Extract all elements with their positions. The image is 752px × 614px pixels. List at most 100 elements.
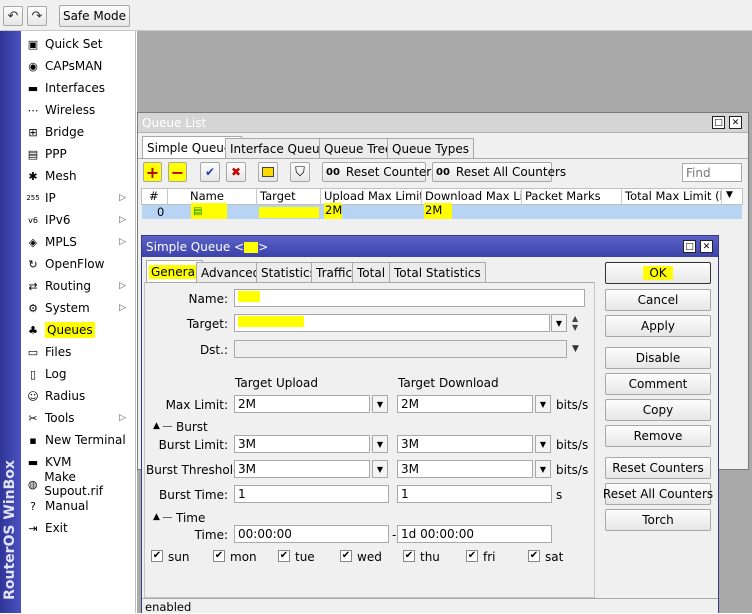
sidebar-item-wireless[interactable]: ⋯ Wireless — [22, 99, 134, 121]
sidebar-item-log[interactable]: ▯ Log — [22, 363, 134, 385]
tab-total[interactable]: Total — [352, 262, 391, 282]
tab-traffic[interactable]: Traffic — [311, 262, 358, 282]
torch-button[interactable]: Torch — [605, 509, 711, 531]
tab-advanced[interactable]: Advanced — [196, 262, 266, 282]
submenu-arrow-icon: ▷ — [119, 215, 126, 225]
col-upload[interactable]: Upload Max Limit — [321, 189, 422, 204]
disable-button[interactable]: Disable — [605, 347, 711, 369]
add-button[interactable]: + — [143, 162, 162, 182]
burst-time-download-field[interactable]: 1 — [397, 485, 552, 503]
day-checkbox-mon[interactable]: ✔ — [213, 550, 225, 562]
filter-button[interactable]: ⛉ — [290, 162, 310, 182]
sidebar-item-ppp[interactable]: ▤ PPP — [22, 143, 134, 165]
sidebar-item-queues[interactable]: ♣ Queues — [22, 319, 134, 341]
burst-limit-download-dropdown[interactable]: ▼ — [535, 435, 551, 453]
burst-limit-download-field[interactable]: 3M — [397, 435, 533, 453]
reset-counters-button[interactable]: 00 Reset Counters — [322, 162, 437, 182]
col-target[interactable]: Target — [257, 189, 321, 204]
col-packet-marks[interactable]: Packet Marks — [522, 189, 622, 204]
redo-button[interactable]: ↷ — [27, 6, 47, 26]
sidebar-item-system[interactable]: ⚙ System ▷ — [22, 297, 134, 319]
sidebar-item-files[interactable]: ▭ Files — [22, 341, 134, 363]
queue-list-close-button[interactable]: ✕ — [729, 116, 742, 129]
max-limit-upload-field[interactable]: 2M — [234, 395, 370, 413]
sidebar-item-ipv6[interactable]: v6 IPv6 ▷ — [22, 209, 134, 231]
target-field[interactable] — [234, 314, 550, 332]
sidebar-item-exit[interactable]: ⇥ Exit — [22, 517, 134, 539]
time-section-toggle[interactable]: ▲ — [153, 512, 160, 522]
tab-general[interactable]: General — [146, 260, 204, 282]
day-checkbox-sun[interactable]: ✔ — [151, 550, 163, 562]
day-checkbox-fri[interactable]: ✔ — [466, 550, 478, 562]
column-menu-button[interactable]: ▼ — [726, 190, 733, 200]
dialog-close-button[interactable]: ✕ — [700, 240, 713, 253]
copy-button[interactable]: Copy — [605, 399, 711, 421]
enable-button[interactable]: ✔ — [200, 162, 220, 182]
burst-limit-upload-field[interactable]: 3M — [234, 435, 370, 453]
sidebar-item-make-supout-rif[interactable]: ◍ Make Supout.rif — [22, 470, 134, 498]
comment-button[interactable]: Comment — [605, 373, 711, 395]
reset-all-counters-button[interactable]: 00 Reset All Counters — [432, 162, 566, 182]
burst-section-toggle[interactable]: ▲ — [153, 421, 160, 431]
day-checkbox-tue[interactable]: ✔ — [278, 550, 290, 562]
burst-limit-upload-dropdown[interactable]: ▼ — [372, 435, 388, 453]
sidebar-item-quick-set[interactable]: ▣ Quick Set — [22, 33, 134, 55]
sidebar-item-mesh[interactable]: ✱ Mesh — [22, 165, 134, 187]
max-limit-download-dropdown[interactable]: ▼ — [535, 395, 551, 413]
queue-list-maximize-button[interactable]: □ — [712, 116, 725, 129]
remove-button[interactable]: − — [168, 162, 187, 182]
dialog-title-text: Simple Queue < — [146, 240, 245, 254]
day-checkbox-wed[interactable]: ✔ — [340, 550, 352, 562]
burst-threshold-download-field[interactable]: 3M — [397, 460, 533, 478]
sidebar-item-radius[interactable]: ☺ Radius — [22, 385, 134, 407]
dst-dropdown-button[interactable]: ▼ — [572, 344, 579, 354]
time-from-field[interactable]: 00:00:00 — [234, 525, 389, 543]
disable-button[interactable]: ✖ — [226, 162, 246, 182]
comment-button[interactable] — [258, 162, 278, 182]
name-field[interactable] — [234, 289, 585, 307]
ok-button[interactable]: OK — [605, 262, 711, 284]
max-limit-upload-dropdown[interactable]: ▼ — [372, 395, 388, 413]
terminal-icon: ▪ — [29, 433, 37, 447]
dialog-maximize-button[interactable]: □ — [683, 240, 696, 253]
target-reorder-icon[interactable]: ▲ ▼ — [572, 314, 578, 332]
day-checkbox-thu[interactable]: ✔ — [403, 550, 415, 562]
remove-button[interactable]: Remove — [605, 425, 711, 447]
col-download[interactable]: Download Max Limit — [422, 189, 522, 204]
time-to-field[interactable]: 1d 00:00:00 — [397, 525, 552, 543]
undo-button[interactable]: ↶ — [3, 6, 23, 26]
sidebar-item-openflow[interactable]: ↻ OpenFlow — [22, 253, 134, 275]
sidebar-item-manual[interactable]: ? Manual — [22, 495, 134, 517]
sidebar-item-new-terminal[interactable]: ▪ New Terminal — [22, 429, 134, 451]
burst-time-label: Burst Time: — [159, 488, 228, 502]
sidebar-item-capsman[interactable]: ◉ CAPsMAN — [22, 55, 134, 77]
burst-threshold-download-dropdown[interactable]: ▼ — [535, 460, 551, 478]
sidebar-item-routing[interactable]: ⇄ Routing ▷ — [22, 275, 134, 297]
col-index[interactable]: # — [146, 189, 168, 204]
max-limit-download-field[interactable]: 2M — [397, 395, 533, 413]
system-icon: ⚙ — [28, 301, 38, 315]
burst-threshold-upload-field[interactable]: 3M — [234, 460, 370, 478]
sidebar-item-mpls[interactable]: ◈ MPLS ▷ — [22, 231, 134, 253]
sidebar-item-bridge[interactable]: ⊞ Bridge — [22, 121, 134, 143]
reset-counters-button[interactable]: Reset Counters — [605, 457, 711, 479]
tab-queue-tree[interactable]: Queue Tree — [319, 138, 398, 158]
reset-all-counters-button[interactable]: Reset All Counters — [603, 483, 713, 505]
apply-button[interactable]: Apply — [605, 315, 711, 337]
day-checkbox-sat[interactable]: ✔ — [528, 550, 540, 562]
col-total-max[interactable]: Total Max Limit (bi... — [622, 189, 722, 204]
sidebar-item-interfaces[interactable]: ▬ Interfaces — [22, 77, 134, 99]
sidebar-item-tools[interactable]: ✂ Tools ▷ — [22, 407, 134, 429]
col-name[interactable]: Name — [187, 189, 257, 204]
dst-field[interactable] — [234, 340, 567, 358]
find-input[interactable] — [682, 163, 742, 182]
burst-time-upload-field[interactable]: 1 — [234, 485, 389, 503]
dialog-title-highlight — [244, 242, 259, 253]
safe-mode-button[interactable]: Safe Mode — [59, 5, 130, 27]
tab-queue-types[interactable]: Queue Types — [387, 138, 475, 158]
tab-total-statistics[interactable]: Total Statistics — [389, 262, 486, 282]
cancel-button[interactable]: Cancel — [605, 289, 711, 311]
target-dropdown-button[interactable]: ▼ — [551, 314, 567, 332]
sidebar-item-ip[interactable]: 255 IP ▷ — [22, 187, 134, 209]
burst-threshold-upload-dropdown[interactable]: ▼ — [372, 460, 388, 478]
